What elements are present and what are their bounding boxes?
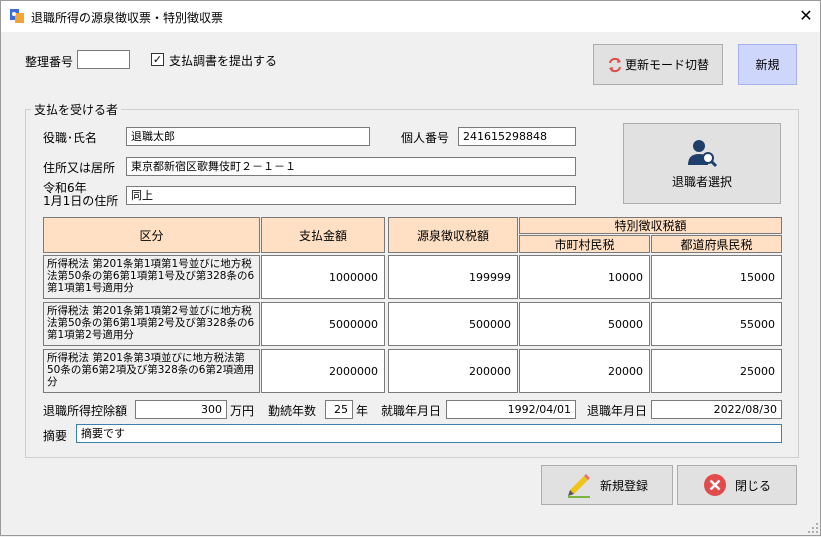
select-retiree-label: 退職者選択 xyxy=(671,175,732,189)
header-shiharai: 支払金額 xyxy=(261,217,385,253)
seiri-number-label: 整理番号 xyxy=(25,55,74,69)
row-3-gensen[interactable]: 200000 xyxy=(388,349,518,393)
deduction-label: 退職所得控除額 xyxy=(43,404,128,418)
jan1-address-label: 令和6年 1月1日の住所 xyxy=(43,182,118,208)
row-1-label: 所得税法 第201条第1項第1号並びに地方税法第50条の第6第1項第1号及び第3… xyxy=(43,255,260,299)
header-kubun: 区分 xyxy=(43,217,260,253)
row-1-shiharai[interactable]: 1000000 xyxy=(261,255,385,299)
recipient-group-title: 支払を受ける者 xyxy=(31,101,122,118)
hire-date-label: 就職年月日 xyxy=(381,404,442,418)
window-title: 退職所得の源泉徴収票・特別徴収票 xyxy=(31,11,224,25)
row-2-shiharai[interactable]: 5000000 xyxy=(261,302,385,346)
row-1-gensen[interactable]: 199999 xyxy=(388,255,518,299)
jan1-address-input[interactable]: 同上 xyxy=(126,186,576,205)
header-shichoson: 市町村民税 xyxy=(519,235,650,253)
mode-switch-button[interactable]: 更新モード切替 xyxy=(593,44,723,85)
mode-switch-label: 更新モード切替 xyxy=(624,58,709,72)
close-button[interactable]: 閉じる xyxy=(677,465,797,505)
years-input[interactable]: 25 xyxy=(325,400,353,419)
refresh-icon xyxy=(607,57,623,73)
name-label: 役職･氏名 xyxy=(43,131,98,145)
user-search-icon xyxy=(686,137,718,169)
hire-date-input[interactable]: 1992/04/01 xyxy=(446,400,576,419)
new-button[interactable]: 新規 xyxy=(738,44,797,85)
memo-label: 摘要 xyxy=(43,429,68,443)
name-input[interactable]: 退職太郎 xyxy=(126,127,370,146)
deduction-input[interactable]: 300 xyxy=(135,400,227,419)
deduction-unit: 万円 xyxy=(230,404,255,418)
resize-grip[interactable] xyxy=(807,522,819,534)
submit-checkbox-label: 支払調書を提出する xyxy=(169,54,278,68)
address-label: 住所又は居所 xyxy=(43,161,116,175)
seiri-number-input[interactable] xyxy=(77,50,130,69)
row-1-todofuken[interactable]: 15000 xyxy=(651,255,782,299)
header-tokubetsu: 特別徴収税額 xyxy=(519,217,782,234)
jan1-label-line2: 1月1日の住所 xyxy=(43,194,119,208)
submit-checkbox[interactable]: ✓ xyxy=(151,53,164,66)
row-2-gensen[interactable]: 500000 xyxy=(388,302,518,346)
row-2-label: 所得税法 第201条第1項第2号並びに地方税法第50条の第6第1項第2号及び第3… xyxy=(43,302,260,346)
close-circle-icon xyxy=(703,473,727,497)
dialog-window: 退職所得の源泉徴収票・特別徴収票 ✕ 整理番号 ✓ 支払調書を提出する 更新モー… xyxy=(0,0,821,536)
mynumber-label: 個人番号 xyxy=(401,131,450,145)
row-1-shichoson[interactable]: 10000 xyxy=(519,255,650,299)
close-icon[interactable]: ✕ xyxy=(797,7,815,25)
retire-date-label: 退職年月日 xyxy=(587,404,648,418)
years-unit: 年 xyxy=(356,404,369,418)
register-label: 新規登録 xyxy=(599,478,648,493)
row-2-todofuken[interactable]: 55000 xyxy=(651,302,782,346)
pencil-icon xyxy=(566,472,592,498)
row-3-label: 所得税法 第201条第3項並びに地方税法第50条の第6第2項及び第328条の6第… xyxy=(43,349,260,393)
retire-date-input[interactable]: 2022/08/30 xyxy=(651,400,782,419)
years-label: 勤続年数 xyxy=(268,404,317,418)
mynumber-input[interactable]: 241615298848 xyxy=(458,127,576,146)
address-input[interactable]: 東京都新宿区歌舞伎町２－１－１ xyxy=(126,157,576,176)
memo-input[interactable]: 摘要です xyxy=(76,424,782,443)
select-retiree-button[interactable]: 退職者選択 xyxy=(623,123,781,204)
header-gensen: 源泉徴収税額 xyxy=(388,217,518,253)
row-3-shichoson[interactable]: 20000 xyxy=(519,349,650,393)
row-2-shichoson[interactable]: 50000 xyxy=(519,302,650,346)
header-todofuken: 都道府県民税 xyxy=(651,235,782,253)
app-icon xyxy=(9,8,25,24)
register-button[interactable]: 新規登録 xyxy=(541,465,673,505)
new-button-label: 新規 xyxy=(755,58,780,72)
close-label: 閉じる xyxy=(734,478,771,493)
row-3-todofuken[interactable]: 25000 xyxy=(651,349,782,393)
row-3-shiharai[interactable]: 2000000 xyxy=(261,349,385,393)
